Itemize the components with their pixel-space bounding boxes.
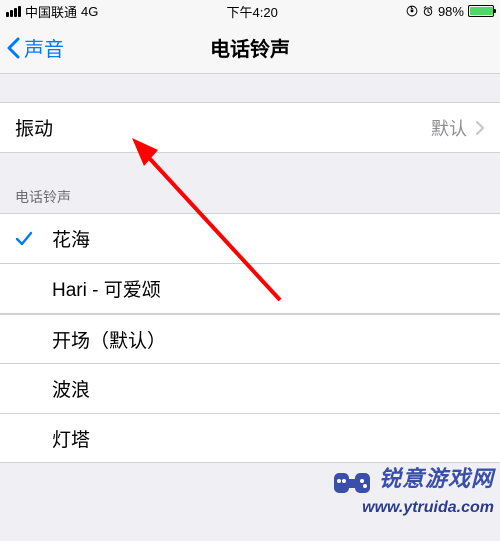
- orientation-lock-icon: [406, 5, 418, 17]
- chevron-left-icon: [6, 37, 20, 59]
- ringtone-label: 花海: [52, 225, 485, 252]
- vibration-group: 振动 默认: [0, 102, 500, 153]
- ringtone-item[interactable]: 花海: [0, 213, 500, 263]
- ringtone-item[interactable]: 波浪: [0, 363, 500, 413]
- ringtone-item[interactable]: 灯塔: [0, 413, 500, 463]
- signal-icon: [6, 6, 21, 17]
- ringtone-label: Hari - 可爱颂: [52, 275, 485, 302]
- ringtone-item[interactable]: Hari - 可爱颂: [0, 263, 500, 313]
- status-time: 下午4:20: [227, 2, 278, 21]
- status-bar: 中国联通 4G 下午4:20 98%: [0, 0, 500, 22]
- ringtone-list: 花海 Hari - 可爱颂 开场（默认） 波浪 灯塔: [0, 213, 500, 463]
- ringtones-group: 电话铃声 花海 Hari - 可爱颂 开场（默认） 波浪 灯塔: [0, 181, 500, 463]
- ringtone-item[interactable]: 开场（默认）: [0, 313, 500, 363]
- ringtone-label: 开场（默认）: [52, 326, 485, 353]
- chevron-right-icon: [475, 120, 485, 136]
- ringtone-label: 灯塔: [52, 425, 485, 452]
- battery-pct: 98%: [438, 4, 464, 19]
- check-icon: [15, 230, 33, 248]
- back-label: 声音: [24, 33, 64, 62]
- alarm-icon: [422, 5, 434, 17]
- watermark-url: www.ytruida.com: [362, 499, 494, 517]
- page-title: 电话铃声: [0, 33, 500, 62]
- ringtones-header: 电话铃声: [0, 181, 500, 213]
- watermark-logo-icon: [332, 467, 372, 501]
- status-right: 98%: [406, 4, 494, 19]
- carrier-label: 中国联通: [25, 2, 77, 21]
- vibration-value: 默认: [431, 115, 467, 141]
- network-label: 4G: [81, 4, 98, 19]
- back-button[interactable]: 声音: [0, 33, 64, 62]
- vibration-cell[interactable]: 振动 默认: [0, 102, 500, 152]
- watermark-brand: 锐意游戏网: [379, 461, 494, 493]
- status-left: 中国联通 4G: [6, 2, 98, 21]
- battery-icon: [468, 5, 494, 17]
- vibration-label: 振动: [15, 114, 431, 141]
- nav-bar: 声音 电话铃声: [0, 22, 500, 74]
- ringtone-label: 波浪: [52, 375, 485, 402]
